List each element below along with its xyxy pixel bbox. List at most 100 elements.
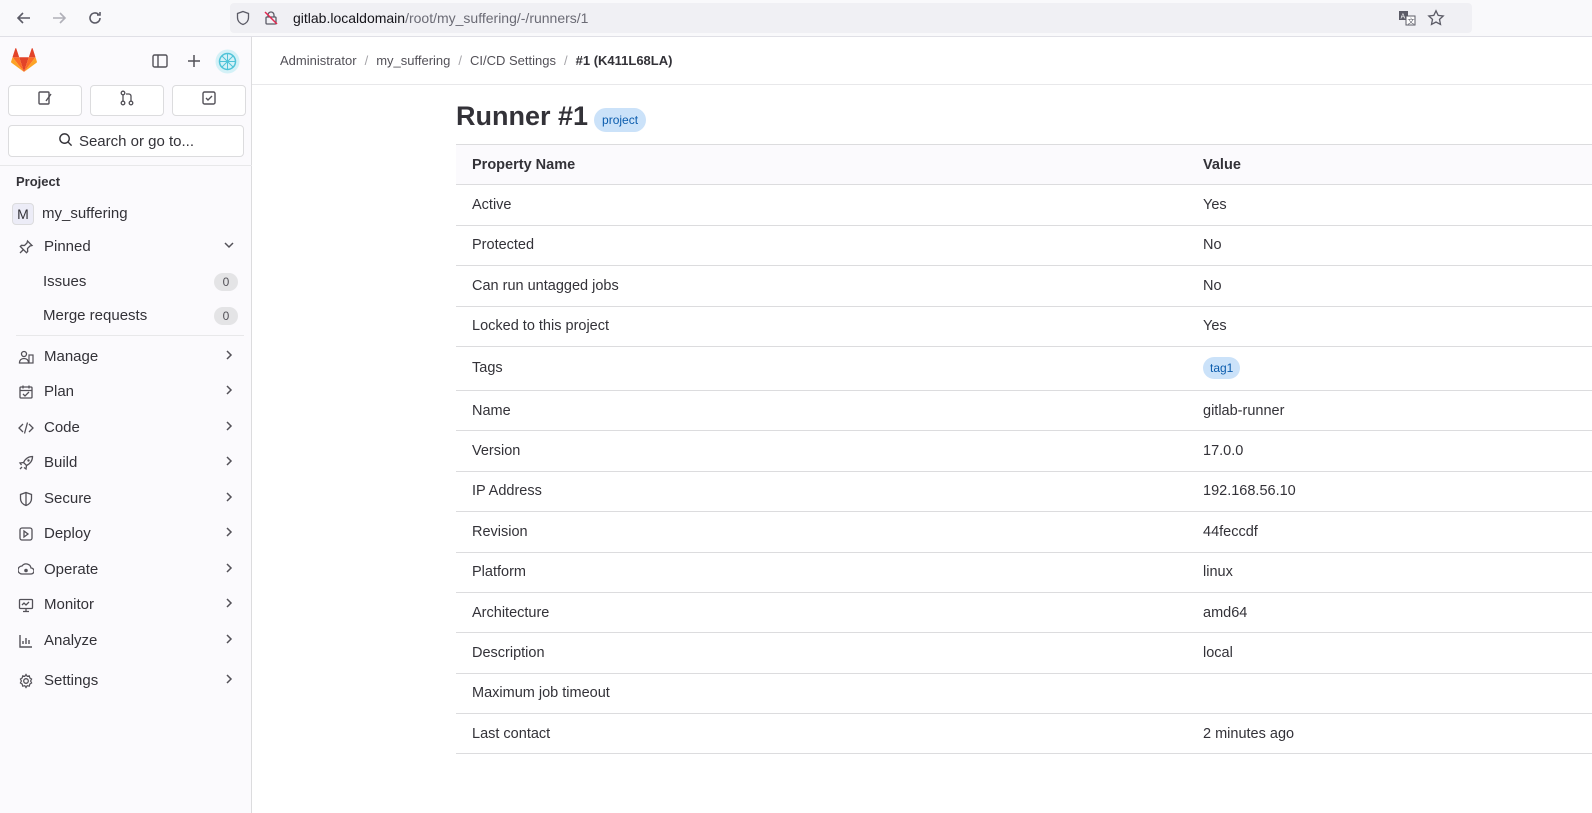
table-row: Can run untagged jobs No xyxy=(456,265,1592,307)
user-avatar[interactable] xyxy=(215,49,240,79)
property-name: Platform xyxy=(456,552,1187,593)
gitlab-logo-icon[interactable] xyxy=(11,48,37,78)
reload-icon[interactable] xyxy=(83,6,107,30)
insecure-lock-icon[interactable] xyxy=(263,10,279,31)
property-value: No xyxy=(1187,265,1592,307)
gear-icon xyxy=(16,671,36,691)
plan-icon xyxy=(16,382,36,402)
sidebar-item-monitor[interactable]: Monitor xyxy=(8,588,244,621)
merge-requests-count-badge: 0 xyxy=(214,306,238,325)
chevron-right-icon xyxy=(222,525,236,543)
table-row: Name gitlab-runner xyxy=(456,390,1592,432)
property-value: Yes xyxy=(1187,184,1592,226)
sidebar-item-label: Build xyxy=(44,454,78,471)
sidebar-item-code[interactable]: Code xyxy=(8,411,244,444)
sidebar-item-plan[interactable]: Plan xyxy=(8,375,244,408)
property-value: tag1 xyxy=(1187,346,1592,391)
chevron-right-icon xyxy=(222,348,236,366)
breadcrumb-cicd-settings[interactable]: CI/CD Settings xyxy=(470,53,556,68)
page-title: Runner #1 xyxy=(456,101,589,131)
sidebar-item-label: Secure xyxy=(44,490,92,507)
svg-text:文: 文 xyxy=(1408,17,1415,26)
property-name: Maximum job timeout xyxy=(456,673,1187,715)
assigned-issues-button[interactable] xyxy=(8,85,82,116)
breadcrumb-current[interactable]: #1 (K411L68LA) xyxy=(576,53,673,68)
browser-toolbar: gitlab.localdomain/root/my_suffering/-/r… xyxy=(0,0,1592,37)
address-bar[interactable]: gitlab.localdomain/root/my_suffering/-/r… xyxy=(230,3,1472,33)
section-title: Project xyxy=(16,174,61,189)
sidebar-item-label: Settings xyxy=(44,672,99,689)
sidebar-item-operate[interactable]: Operate xyxy=(8,553,244,586)
property-name: Can run untagged jobs xyxy=(456,265,1187,307)
project-link[interactable]: M my_suffering xyxy=(8,197,244,230)
sidebar-item-analyze[interactable]: Analyze xyxy=(8,624,244,657)
property-value: local xyxy=(1187,632,1592,674)
property-value: linux xyxy=(1187,552,1592,593)
main-content: Runner #1 project Property Name Value Ac… xyxy=(456,85,1592,755)
property-value: 44feccdf xyxy=(1187,511,1592,553)
sidebar-item-build[interactable]: Build xyxy=(8,446,244,479)
search-button[interactable]: Search or go to... xyxy=(8,125,244,157)
property-value: Yes xyxy=(1187,306,1592,347)
table-row: Architecture amd64 xyxy=(456,592,1592,634)
table-header-row: Property Name Value xyxy=(456,144,1592,186)
table-row: Maximum job timeout xyxy=(456,673,1592,715)
back-icon[interactable] xyxy=(12,6,36,30)
chevron-right-icon xyxy=(222,561,236,579)
property-value: 17.0.0 xyxy=(1187,430,1592,472)
tag-badge: tag1 xyxy=(1203,357,1241,380)
table-row: Locked to this project Yes xyxy=(456,306,1592,347)
property-name: Protected xyxy=(456,225,1187,267)
sidebar-item-label: Analyze xyxy=(44,632,98,649)
chevron-right-icon xyxy=(222,490,236,508)
pinned-item-label: Issues xyxy=(43,273,87,290)
property-value: 2 minutes ago xyxy=(1187,713,1592,755)
property-name: Revision xyxy=(456,511,1187,553)
forward-icon[interactable] xyxy=(47,6,71,30)
sidebar: Search or go to... Project M my_sufferin… xyxy=(0,37,252,813)
pinned-item-merge-requests[interactable]: Merge requests 0 xyxy=(8,299,244,332)
property-value: gitlab-runner xyxy=(1187,390,1592,432)
sidebar-item-label: Deploy xyxy=(44,525,91,542)
pinned-item-issues[interactable]: Issues 0 xyxy=(8,265,244,298)
property-name: Active xyxy=(456,184,1187,226)
table-row: Tags tag1 xyxy=(456,346,1592,391)
pinned-item-label: Merge requests xyxy=(43,307,148,324)
todo-list-button[interactable] xyxy=(172,85,246,116)
column-header-property: Property Name xyxy=(456,144,1187,186)
breadcrumb-project[interactable]: my_suffering xyxy=(376,53,450,68)
sidebar-item-label: Monitor xyxy=(44,596,95,613)
bookmark-star-icon[interactable] xyxy=(1427,9,1445,32)
chevron-right-icon xyxy=(222,383,236,401)
merge-requests-button[interactable] xyxy=(90,85,164,116)
plus-icon[interactable] xyxy=(185,52,203,75)
table-row: IP Address 192.168.56.10 xyxy=(456,471,1592,513)
build-icon xyxy=(16,453,36,473)
breadcrumb-administrator[interactable]: Administrator xyxy=(280,53,357,68)
table-row: Version 17.0.0 xyxy=(456,430,1592,472)
pinned-label: Pinned xyxy=(44,238,91,255)
property-value: 192.168.56.10 xyxy=(1187,471,1592,513)
sidebar-item-label: Operate xyxy=(44,561,99,578)
property-name: Last contact xyxy=(456,713,1187,755)
sidebar-item-deploy[interactable]: Deploy xyxy=(8,517,244,550)
search-icon xyxy=(58,132,73,151)
property-value: amd64 xyxy=(1187,592,1592,634)
sidebar-item-label: Manage xyxy=(44,348,99,365)
breadcrumb: Administrator / my_suffering / CI/CD Set… xyxy=(252,37,1592,85)
pin-icon xyxy=(16,237,36,257)
sidebar-item-manage[interactable]: Manage xyxy=(8,340,244,373)
project-name: my_suffering xyxy=(42,205,128,222)
property-value: No xyxy=(1187,225,1592,267)
project-avatar: M xyxy=(12,202,34,225)
pinned-section-toggle[interactable]: Pinned xyxy=(8,230,244,263)
sidebar-item-secure[interactable]: Secure xyxy=(8,482,244,515)
sidebar-item-settings[interactable]: Settings xyxy=(8,664,244,697)
translate-icon[interactable]: A文 xyxy=(1398,9,1416,32)
property-name: IP Address xyxy=(456,471,1187,513)
property-value xyxy=(1187,673,1592,715)
operate-icon xyxy=(16,560,36,580)
column-header-value: Value xyxy=(1187,144,1592,186)
table-row: Last contact 2 minutes ago xyxy=(456,713,1592,755)
sidebar-toggle-icon[interactable] xyxy=(151,52,169,75)
